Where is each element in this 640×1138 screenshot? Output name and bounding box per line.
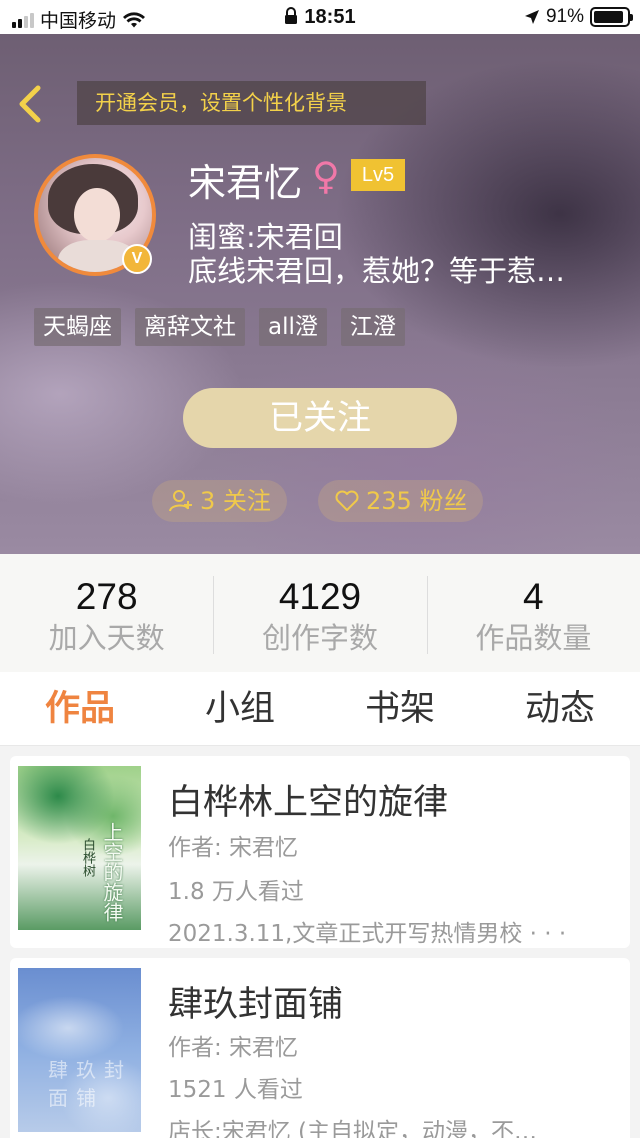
- battery-level: [594, 11, 624, 23]
- stat-label: 创作字数: [261, 621, 378, 655]
- tag-item[interactable]: 天蝎座: [34, 308, 121, 346]
- lock-icon: [285, 7, 298, 24]
- time-label: 18:51: [304, 6, 356, 28]
- location-icon: [524, 10, 539, 24]
- stat-works: 4 作品数量: [426, 554, 640, 672]
- tab-bar: 作品 小组 书架 动态: [0, 672, 640, 746]
- book-description: 2021.3.11,文章正式开写热情男校 · · ·: [168, 921, 567, 947]
- verified-badge: V: [122, 244, 152, 274]
- book-author: 作者: 宋君忆: [168, 1035, 299, 1061]
- stat-value: 4129: [278, 576, 362, 617]
- following-count[interactable]: 3 关注: [152, 480, 287, 522]
- list-item[interactable]: 肆玖封面铺 肆玖封面铺 作者: 宋君忆 1521 人看过 店长:宋君忆 (主自拟…: [10, 958, 630, 1138]
- following-label: 3 关注: [200, 487, 271, 515]
- followers-label: 235 粉丝: [366, 487, 468, 515]
- follow-button[interactable]: 已关注: [183, 388, 457, 448]
- stat-value: 4: [523, 576, 544, 617]
- book-cover[interactable]: 肆玖封面铺: [18, 968, 141, 1132]
- list-item[interactable]: 上空的旋律 白桦树 白桦林上空的旋律 作者: 宋君忆 1.8 万人看过 2021…: [10, 756, 630, 948]
- stat-label: 作品数量: [475, 621, 592, 655]
- stat-value: 278: [75, 576, 138, 617]
- cover-title: 肆玖封面铺: [48, 1058, 132, 1110]
- bio-line-2[interactable]: 底线宋君回，惹她？等于惹…: [188, 248, 620, 290]
- stats-row: 278 加入天数 4129 创作字数 4 作品数量: [0, 554, 640, 672]
- tab-groups[interactable]: 小组: [160, 672, 320, 745]
- stat-days: 278 加入天数: [0, 554, 213, 672]
- book-cover[interactable]: 上空的旋律 白桦树: [18, 766, 141, 930]
- cover-subtitle: 白桦树: [80, 838, 95, 877]
- tab-activity[interactable]: 动态: [480, 672, 640, 745]
- tab-bookshelf[interactable]: 书架: [320, 672, 480, 745]
- tag-item[interactable]: all澄: [259, 308, 327, 346]
- back-arrow-icon[interactable]: [14, 84, 50, 124]
- book-title: 白桦林上空的旋律: [168, 783, 449, 823]
- status-bar: 中国移动 18:51 91%: [0, 0, 640, 34]
- tag-item[interactable]: 江澄: [340, 308, 405, 346]
- heart-icon: [335, 490, 359, 511]
- person-add-icon: [169, 490, 192, 512]
- status-right: 91%: [524, 6, 633, 28]
- book-author: 作者: 宋君忆: [168, 835, 299, 861]
- user-name: 宋君忆: [188, 161, 303, 205]
- book-description: 店长:宋君忆 (主自拟定，动漫，不…: [168, 1119, 538, 1138]
- tag-item[interactable]: 离辞文社: [135, 308, 245, 346]
- stat-label: 加入天数: [48, 621, 165, 655]
- battery-icon: [590, 7, 633, 27]
- book-title: 肆玖封面铺: [168, 985, 344, 1025]
- tab-works[interactable]: 作品: [0, 672, 160, 745]
- book-views: 1521 人看过: [168, 1077, 303, 1103]
- female-icon: ♀: [312, 154, 340, 198]
- level-badge: Lv5: [351, 159, 405, 191]
- followers-count[interactable]: 235 粉丝: [318, 480, 484, 522]
- stat-words: 4129 创作字数: [213, 554, 426, 672]
- profile-header: 开通会员，设置个性化背景 V 宋君忆 ♀ Lv5 闺蜜:宋君回 底线宋君回，惹她…: [0, 34, 640, 554]
- tag-list: 天蝎座 离辞文社 all澄 江澄: [34, 308, 405, 346]
- book-views: 1.8 万人看过: [168, 879, 304, 905]
- battery-percent: 91%: [545, 6, 584, 27]
- vip-banner[interactable]: 开通会员，设置个性化背景: [77, 81, 426, 125]
- cover-title: 上空的旋律: [100, 822, 124, 922]
